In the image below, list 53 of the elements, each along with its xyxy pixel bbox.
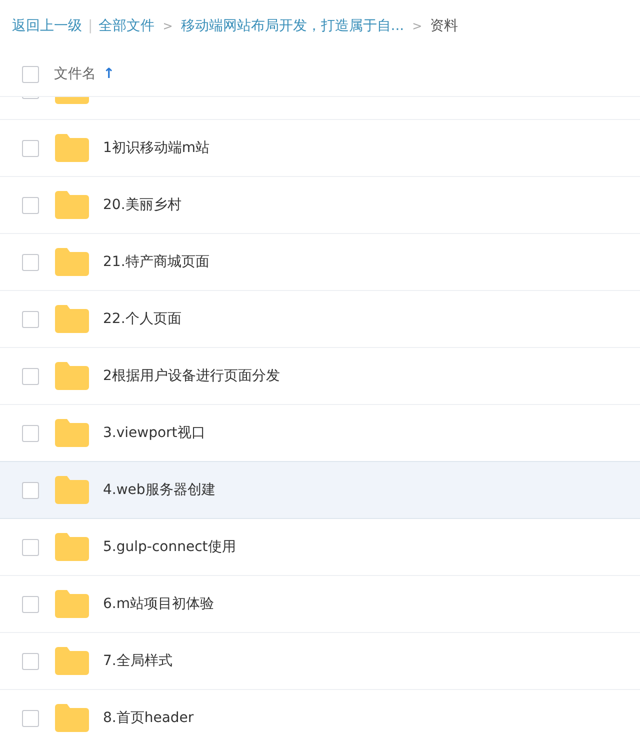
folder-name[interactable]: 4.web服务器创建 xyxy=(103,481,216,499)
folder-icon xyxy=(55,191,89,219)
checkbox[interactable] xyxy=(22,368,39,384)
checkbox[interactable] xyxy=(22,310,39,328)
breadcrumb-arrow: > xyxy=(162,19,173,33)
file-row[interactable]: 4.web服务器创建 xyxy=(0,461,640,519)
folder-icon xyxy=(55,590,89,618)
checkbox[interactable] xyxy=(22,596,39,612)
file-row[interactable]: 20.美丽乡村 xyxy=(0,177,640,234)
folder-name[interactable]: 21.特产商城页面 xyxy=(103,253,210,271)
checkbox[interactable] xyxy=(22,652,39,670)
checkbox[interactable] xyxy=(22,538,39,556)
file-row[interactable]: 21.特产商城页面 xyxy=(0,234,640,291)
folder-icon xyxy=(55,134,89,162)
folder-name[interactable]: 5.gulp-connect使用 xyxy=(103,538,236,556)
breadcrumb-link[interactable]: 全部文件 xyxy=(98,17,155,35)
file-row[interactable]: 5.gulp-connect使用 xyxy=(0,519,640,576)
folder-name[interactable]: 2根据用户设备进行页面分发 xyxy=(103,367,280,385)
folder-icon xyxy=(55,704,89,732)
file-row[interactable]: 1初识移动端m站 xyxy=(0,120,640,177)
file-row[interactable]: 8.首页header xyxy=(0,690,640,745)
checkbox[interactable] xyxy=(22,424,39,442)
folder-icon xyxy=(55,305,89,333)
breadcrumb-link[interactable]: 移动端网站布局开发，打造属于自... xyxy=(180,17,404,35)
sort-arrow[interactable]: ↑ xyxy=(103,66,115,82)
checkbox[interactable] xyxy=(22,196,39,214)
file-row[interactable]: 7.全局样式 xyxy=(0,633,640,690)
folder-name[interactable]: 8.首页header xyxy=(103,709,194,727)
column-header[interactable]: 文件名 xyxy=(54,65,96,83)
breadcrumb-arrow: > xyxy=(412,19,422,33)
folder-icon xyxy=(55,647,89,675)
checkbox[interactable] xyxy=(22,254,39,270)
file-row[interactable]: 22.个人页面 xyxy=(0,291,640,348)
folder-icon xyxy=(55,248,89,276)
folder-name[interactable]: 3.viewport视口 xyxy=(103,424,206,442)
folder-icon xyxy=(55,362,89,390)
folder-icon xyxy=(55,476,89,504)
folder-name[interactable]: 20.美丽乡村 xyxy=(103,196,182,214)
folder-name[interactable]: 1初识移动端m站 xyxy=(103,139,210,157)
file-row[interactable]: 6.m站项目初体验 xyxy=(0,576,640,633)
file-row[interactable]: 2根据用户设备进行页面分发 xyxy=(0,348,640,405)
checkbox[interactable] xyxy=(22,66,39,82)
folder-name[interactable]: 22.个人页面 xyxy=(103,310,182,328)
folder-icon xyxy=(55,419,89,447)
checkbox[interactable] xyxy=(22,710,39,726)
folder-icon xyxy=(55,533,89,561)
folder-name[interactable]: 7.全局样式 xyxy=(103,652,172,670)
checkbox[interactable] xyxy=(22,140,39,156)
checkbox[interactable] xyxy=(22,482,39,498)
separator: | xyxy=(88,18,93,34)
back-link[interactable]: 返回上一级 xyxy=(12,17,82,35)
folder-name[interactable]: 6.m站项目初体验 xyxy=(103,595,214,613)
current-folder: 资料 xyxy=(430,17,458,35)
